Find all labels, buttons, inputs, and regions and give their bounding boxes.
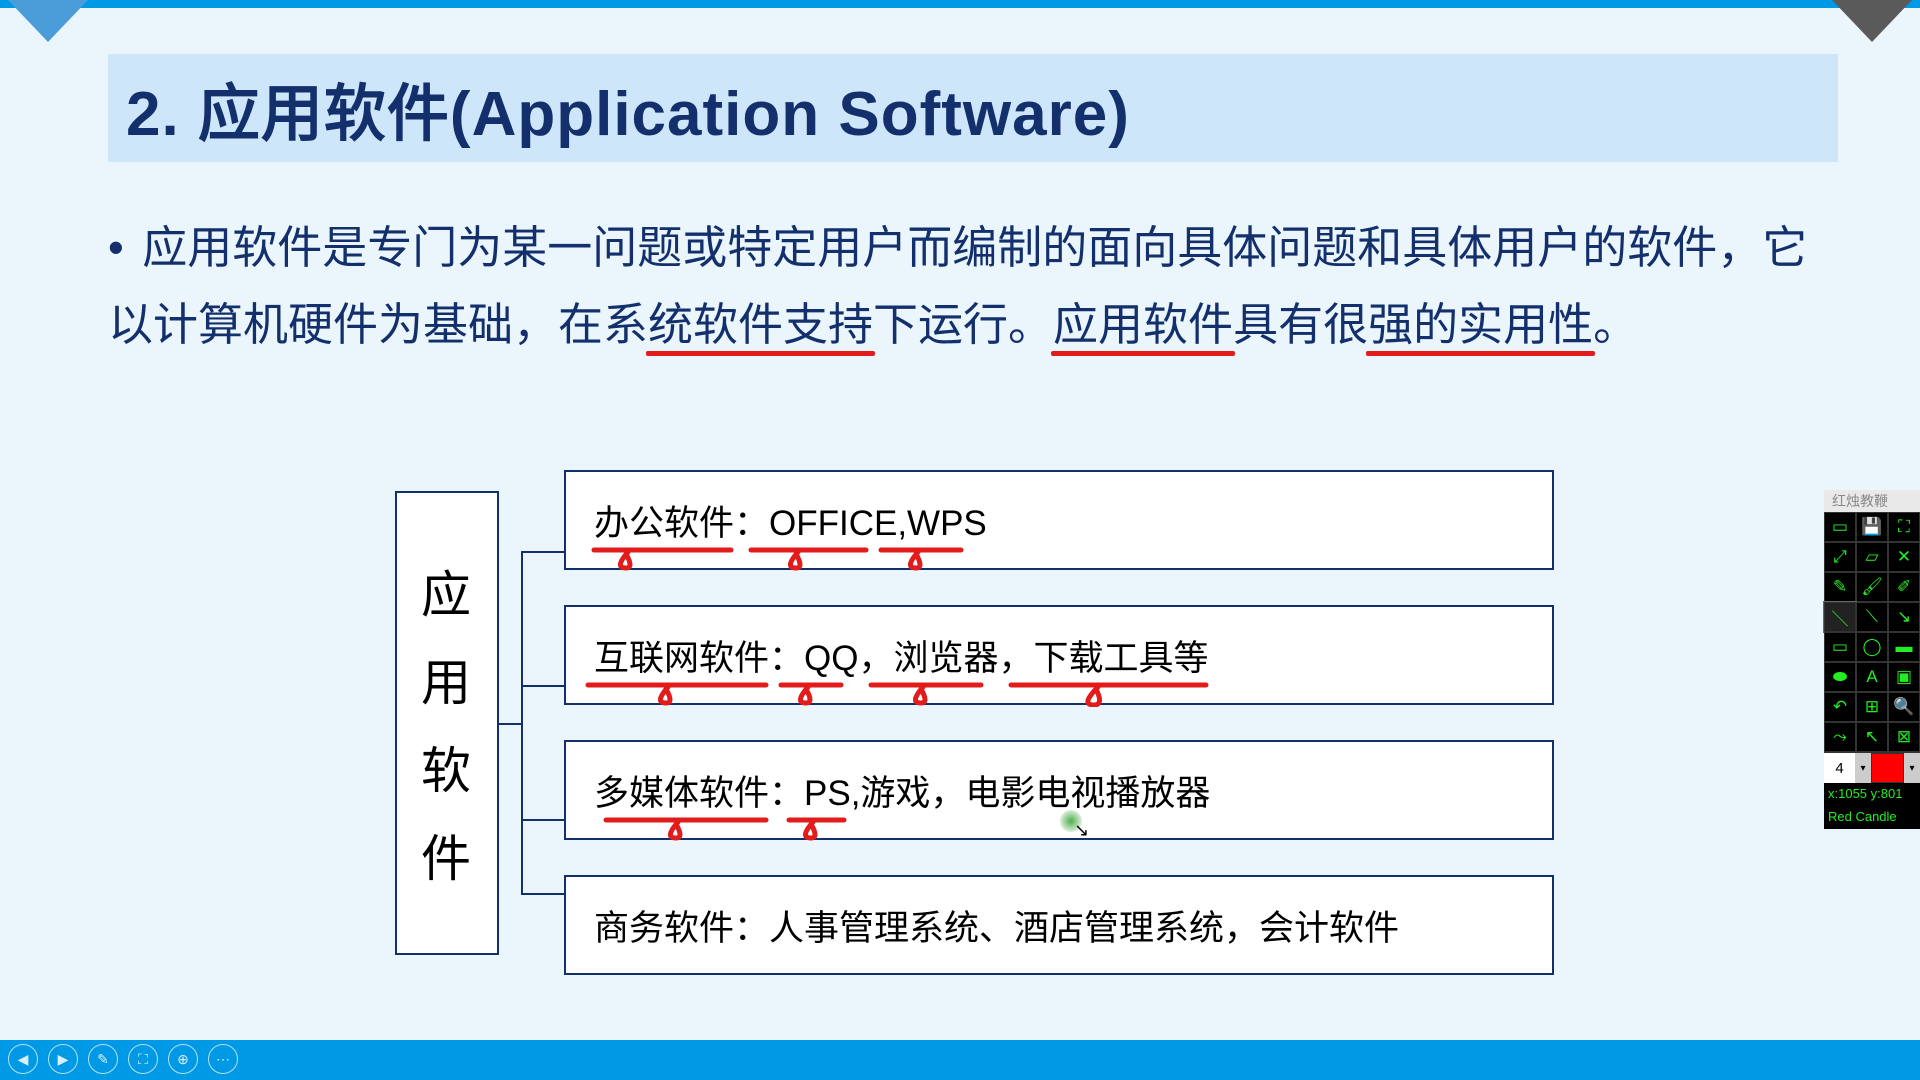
tool-close[interactable]: ⊠ (1888, 722, 1920, 752)
top-accent-bar (0, 0, 1920, 8)
para-mid2: 具有很 (1233, 299, 1368, 350)
nav-zoom-button[interactable]: ⊕ (168, 1044, 198, 1074)
toolbox-coords: x:1055 y:801 (1824, 783, 1920, 806)
tool-text[interactable]: A (1856, 662, 1888, 692)
vbox-char-3: 件 (421, 819, 473, 891)
tool-hand[interactable]: ⤳ (1824, 722, 1856, 752)
tool-ellipse[interactable]: ◯ (1856, 632, 1888, 662)
tool-pencil[interactable]: ✎ (1824, 572, 1856, 602)
row-internet: 互联网软件：QQ，浏览器，下载工具等 (564, 605, 1554, 705)
row-office-text: 办公软件：OFFICE,WPS (594, 495, 987, 546)
tool-redo[interactable]: ⊞ (1856, 692, 1888, 722)
annotation-toolbox[interactable]: 红烛教鞭 ▭ 💾 ⛶ ⤢ ▱ ✕ ✎ 🖌 ✐ ＼ ⟍ ↘ ▭ ◯ ▬ ⬬ A ▣… (1824, 490, 1920, 829)
category-rows: 办公软件：OFFICE,WPS 互联网软件：QQ，浏览器，下载工具等 多媒体软件… (564, 470, 1554, 975)
tool-rect[interactable]: ▭ (1824, 632, 1856, 662)
nav-next-button[interactable]: ▶ (48, 1044, 78, 1074)
row-business: 商务软件：人事管理系统、酒店管理系统，会计软件 (564, 875, 1554, 975)
tool-dropper[interactable]: ⤢ (1824, 542, 1856, 572)
para-u1: 统软件支持 (648, 299, 873, 350)
para-u3: 强的实用性 (1368, 299, 1593, 350)
tool-undo[interactable]: ↶ (1824, 692, 1856, 722)
tool-arrow[interactable]: ↘ (1888, 602, 1920, 632)
nav-view-button[interactable]: ⛶ (128, 1044, 158, 1074)
toolbox-grid: ▭ 💾 ⛶ ⤢ ▱ ✕ ✎ 🖌 ✐ ＼ ⟍ ↘ ▭ ◯ ▬ ⬬ A ▣ ↶ ⊞ … (1824, 512, 1920, 752)
corner-triangle-left (8, 0, 88, 42)
body-paragraph: • 应用软件是专门为某一问题或特定用户而编制的面向具体问题和具体用户的软件，它以… (108, 210, 1838, 363)
toolbox-brand: Red Candle (1824, 806, 1920, 829)
toolbox-settings-row: 4 ▾ ▾ (1824, 752, 1920, 783)
toolbox-title: 红烛教鞭 (1824, 490, 1920, 512)
bracket-connector (499, 493, 564, 953)
row-business-text: 商务软件：人事管理系统、酒店管理系统，会计软件 (594, 900, 1399, 951)
tool-pointer[interactable]: ↖ (1856, 722, 1888, 752)
bullet-icon: • (108, 222, 124, 273)
linewidth-value[interactable]: 4 (1824, 753, 1855, 783)
nav-pen-button[interactable]: ✎ (88, 1044, 118, 1074)
tool-save[interactable]: 💾 (1856, 512, 1888, 542)
slide-root: 2. 应用软件(Application Software) • 应用软件是专门为… (0, 0, 1920, 1080)
color-swatch[interactable] (1871, 753, 1904, 783)
tool-zoom[interactable]: 🔍 (1888, 692, 1920, 722)
vbox-label: 应 用 软 件 (395, 491, 499, 955)
corner-triangle-right (1832, 0, 1912, 42)
linewidth-dropdown[interactable]: ▾ (1855, 753, 1871, 783)
tool-line[interactable]: ＼ (1824, 602, 1856, 632)
row-internet-text: 互联网软件：QQ，浏览器，下载工具等 (594, 630, 1208, 681)
slide-title: 2. 应用软件(Application Software) (126, 63, 1130, 153)
bottom-accent-bar (0, 1040, 1920, 1080)
title-band: 2. 应用软件(Application Software) (108, 54, 1838, 162)
para-post: 。 (1593, 299, 1638, 350)
tool-brush[interactable]: 🖌 (1856, 572, 1888, 602)
tool-highlight[interactable]: ✐ (1888, 572, 1920, 602)
tool-new[interactable]: ▭ (1824, 512, 1856, 542)
row-multimedia: 多媒体软件：PS,游戏，电影电视播放器 (564, 740, 1554, 840)
tool-fillellipse[interactable]: ⬬ (1824, 662, 1856, 692)
tool-fillrect[interactable]: ▬ (1888, 632, 1920, 662)
diagram: 应 用 软 件 办公软件：OFFICE,WPS 互联网软件：QQ (395, 470, 1554, 975)
nav-prev-button[interactable]: ◀ (8, 1044, 38, 1074)
vbox-char-0: 应 (421, 555, 473, 627)
nav-more-button[interactable]: ⋯ (208, 1044, 238, 1074)
tool-fullscreen[interactable]: ⛶ (1888, 512, 1920, 542)
tool-clear[interactable]: ✕ (1888, 542, 1920, 572)
para-u2: 应用软件 (1053, 299, 1233, 350)
row-office: 办公软件：OFFICE,WPS (564, 470, 1554, 570)
annotation-cursor: ↘ (1060, 810, 1088, 838)
tool-dashline[interactable]: ⟍ (1856, 602, 1888, 632)
color-dropdown[interactable]: ▾ (1904, 753, 1920, 783)
tool-eraser[interactable]: ▱ (1856, 542, 1888, 572)
slide-nav: ◀ ▶ ✎ ⛶ ⊕ ⋯ (8, 1044, 238, 1074)
tool-frame[interactable]: ▣ (1888, 662, 1920, 692)
row-multimedia-text: 多媒体软件：PS,游戏，电影电视播放器 (594, 765, 1210, 816)
vbox-char-2: 软 (421, 731, 473, 803)
para-mid1: 下运行。 (873, 299, 1053, 350)
vbox-char-1: 用 (421, 643, 473, 715)
